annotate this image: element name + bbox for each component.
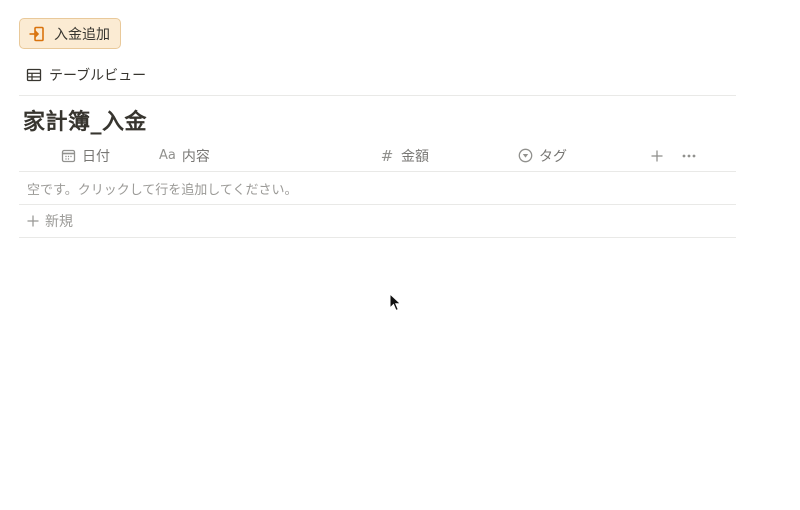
empty-table-row[interactable]: 空です。クリックして行を追加してください。 (19, 172, 736, 204)
text-aa-icon: Aa (159, 148, 176, 163)
column-label-content: 内容 (181, 148, 210, 165)
add-deposit-label: 入金追加 (54, 26, 110, 43)
more-horizontal-icon (682, 154, 696, 157)
add-deposit-button[interactable]: 入金追加 (19, 18, 121, 49)
add-property-button[interactable] (646, 140, 668, 171)
column-label-tag: タグ (539, 148, 567, 165)
plus-icon (25, 213, 41, 229)
column-label-date: 日付 (82, 148, 110, 165)
column-header-date[interactable]: 日付 (60, 140, 110, 171)
column-label-amount: 金額 (401, 148, 429, 165)
enter-icon (28, 25, 46, 43)
plus-icon (651, 150, 663, 161)
column-header-amount[interactable]: # 金額 (379, 140, 429, 171)
new-row-label: 新規 (45, 214, 73, 230)
column-header-content[interactable]: Aa 内容 (159, 140, 210, 171)
mouse-cursor-icon (389, 293, 402, 312)
new-row-button[interactable]: 新規 (19, 205, 736, 237)
empty-message: 空です。クリックして行を追加してください。 (27, 182, 298, 198)
calendar-icon (60, 148, 76, 164)
more-options-button[interactable] (678, 140, 700, 171)
hash-icon: # (380, 146, 394, 165)
column-header-tag[interactable]: タグ (517, 140, 567, 171)
select-icon (517, 148, 533, 164)
table-icon (25, 66, 43, 84)
table-header: 日付 Aa 内容 # 金額 タグ (19, 140, 736, 171)
new-row-divider (19, 237, 736, 238)
database-title[interactable]: 家計簿_入金 (23, 104, 147, 136)
view-tab-table[interactable]: テーブルビュー (25, 64, 146, 86)
view-tab-label: テーブルビュー (49, 68, 147, 84)
view-divider (19, 95, 736, 96)
